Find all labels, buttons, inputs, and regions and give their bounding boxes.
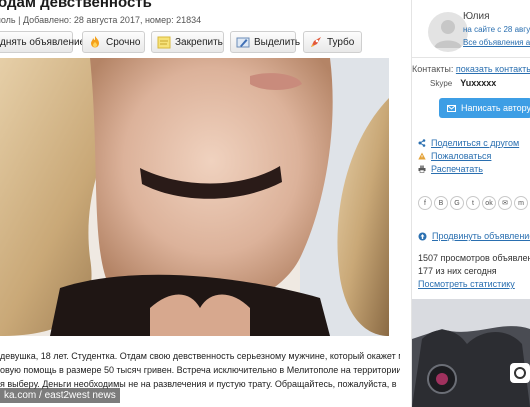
portrait-photo-icon bbox=[0, 58, 389, 336]
print-label: Распечатать bbox=[431, 163, 483, 174]
urgent-label: Срочно bbox=[106, 36, 141, 48]
sidebar-ad-banner[interactable] bbox=[412, 299, 530, 407]
view-stats-link[interactable]: Посмотреть статистику bbox=[418, 278, 530, 291]
pin-note-icon bbox=[157, 35, 171, 49]
share-icon bbox=[418, 138, 426, 147]
contacts-label: Контакты: bbox=[412, 64, 454, 74]
default-user-icon bbox=[434, 20, 462, 48]
ad-image-icon bbox=[412, 299, 530, 407]
listing-meta: поль | Добавлено: 28 августа 2017, номер… bbox=[0, 15, 202, 25]
raise-ad-button[interactable]: днять объявление bbox=[0, 31, 85, 53]
highlight-label: Выделить bbox=[254, 36, 301, 48]
photo-watermark: ka.com / east2west news bbox=[0, 388, 120, 403]
description-line: овую помощь в размере 50 тысяч гривен. В… bbox=[0, 365, 400, 375]
printer-icon bbox=[418, 165, 426, 173]
urgent-button[interactable]: Срочно bbox=[82, 31, 145, 53]
page-title: одам девственность bbox=[0, 0, 152, 11]
listing-actions: Поделиться с другом Пожаловаться Распеча… bbox=[418, 136, 519, 175]
turbo-rocket-icon bbox=[309, 35, 323, 49]
email-share-icon[interactable]: ✉ bbox=[498, 196, 512, 210]
twitter-icon[interactable]: t bbox=[466, 196, 480, 210]
promote-label: Продвинуть объявление bbox=[432, 231, 530, 241]
mail-icon bbox=[447, 104, 456, 113]
share-link[interactable]: Поделиться с другом bbox=[418, 136, 519, 149]
write-author-button[interactable]: Написать автору bbox=[439, 98, 530, 118]
seller-card: Юлия на сайте с 28 августа Все объявлени… bbox=[412, 0, 530, 58]
skype-value: Yuxxxxx bbox=[460, 78, 497, 88]
pin-button[interactable]: Закрепить bbox=[151, 31, 224, 53]
seller-since: на сайте с 28 августа bbox=[463, 25, 530, 34]
vkontakte-icon[interactable]: В bbox=[434, 196, 448, 210]
promote-link[interactable]: Продвинуть объявление bbox=[418, 231, 530, 241]
highlight-icon bbox=[236, 35, 250, 49]
warning-icon bbox=[418, 152, 426, 160]
show-contacts-link[interactable]: показать контакты bbox=[456, 64, 530, 74]
seller-name: Юлия bbox=[463, 11, 490, 22]
print-link[interactable]: Распечатать bbox=[418, 162, 519, 175]
write-author-label: Написать автору bbox=[461, 103, 530, 113]
turbo-label: Турбо bbox=[327, 36, 355, 48]
complain-link[interactable]: Пожаловаться bbox=[418, 149, 519, 162]
listing-description: девушка, 18 лет. Студентка. Отдам свою д… bbox=[0, 349, 400, 391]
social-share-bar: f В G t ok ✉ m + bbox=[418, 196, 530, 210]
odnoklassniki-icon[interactable]: ok bbox=[482, 196, 496, 210]
highlight-button[interactable]: Выделить bbox=[230, 31, 300, 53]
avatar[interactable] bbox=[428, 12, 468, 52]
pin-label: Закрепить bbox=[175, 36, 223, 48]
share-label: Поделиться с другом bbox=[431, 137, 520, 148]
skype-row: Skype Yuxxxxx bbox=[430, 78, 496, 88]
views-count: 1507 просмотров объявления bbox=[418, 253, 530, 263]
google-icon[interactable]: G bbox=[450, 196, 464, 210]
listing-stats: 1507 просмотров объявления 177 из них се… bbox=[418, 252, 530, 291]
views-today: 177 из них сегодня bbox=[418, 266, 497, 276]
fire-icon bbox=[88, 35, 102, 49]
listing-photo[interactable] bbox=[0, 58, 389, 336]
promote-arrow-icon bbox=[418, 232, 427, 241]
contacts-row: Контакты: показать контакты bbox=[412, 64, 530, 74]
listing-toolbar: днять объявление Срочно Закрепить Выдели… bbox=[0, 31, 362, 53]
mailru-icon[interactable]: m bbox=[514, 196, 528, 210]
raise-ad-label: днять объявление bbox=[0, 36, 86, 48]
seller-all-ads-link[interactable]: Все объявления авт bbox=[463, 38, 530, 47]
skype-label: Skype bbox=[430, 79, 453, 88]
complain-label: Пожаловаться bbox=[431, 150, 492, 161]
turbo-button[interactable]: Турбо bbox=[303, 31, 362, 53]
facebook-icon[interactable]: f bbox=[418, 196, 432, 210]
description-line: девушка, 18 лет. Студентка. Отдам свою д… bbox=[0, 351, 400, 361]
